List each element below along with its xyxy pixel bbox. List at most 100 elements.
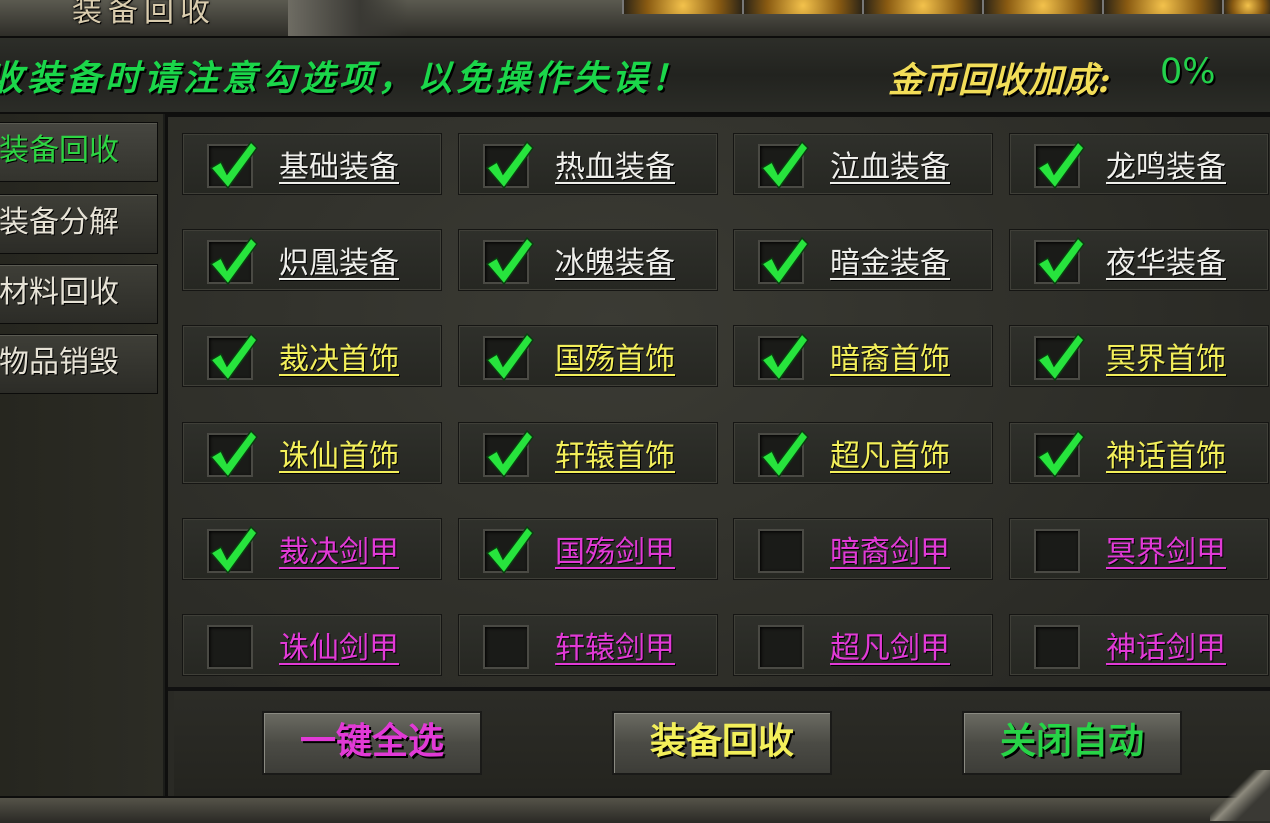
- option-checkbox[interactable]: [758, 236, 809, 286]
- checkmark-icon: [1036, 429, 1085, 479]
- option-checkbox[interactable]: [483, 140, 534, 190]
- option-label[interactable]: 神话首饰: [1106, 431, 1226, 475]
- recycle-option[interactable]: 裁决首饰: [182, 325, 442, 387]
- recycle-option[interactable]: 轩辕首饰: [458, 422, 718, 484]
- option-checkbox[interactable]: [1034, 429, 1085, 479]
- checkmark-icon: [209, 140, 258, 190]
- option-label[interactable]: 神话剑甲: [1106, 623, 1226, 667]
- window-title: 装备回收: [72, 0, 216, 29]
- recycle-button[interactable]: 装备回收: [612, 711, 832, 775]
- option-checkbox[interactable]: [1034, 332, 1085, 382]
- option-checkbox[interactable]: [207, 140, 258, 190]
- equipment-slot[interactable]: [862, 0, 982, 14]
- option-label[interactable]: 裁决首饰: [279, 334, 399, 378]
- option-label[interactable]: 炽凰装备: [279, 238, 399, 282]
- close-auto-button[interactable]: 关闭自动: [962, 711, 1182, 775]
- recycle-option[interactable]: 冥界剑甲: [1009, 518, 1269, 580]
- option-checkbox[interactable]: [758, 625, 804, 669]
- option-checkbox[interactable]: [758, 529, 804, 573]
- option-checkbox[interactable]: [1034, 529, 1080, 573]
- recycle-option[interactable]: 暗裔剑甲: [733, 518, 993, 580]
- sidebar-tab-item-destroy[interactable]: 物品销毁: [0, 334, 158, 394]
- option-label[interactable]: 超凡首饰: [830, 431, 950, 475]
- recycle-option[interactable]: 裁决剑甲: [182, 518, 442, 580]
- option-label[interactable]: 轩辕剑甲: [555, 623, 675, 667]
- recycle-option[interactable]: 夜华装备: [1009, 229, 1269, 291]
- option-label[interactable]: 龙鸣装备: [1106, 142, 1226, 186]
- recycle-option[interactable]: 炽凰装备: [182, 229, 442, 291]
- recycle-option[interactable]: 神话剑甲: [1009, 614, 1269, 676]
- checkmark-icon: [485, 140, 534, 190]
- recycle-option[interactable]: 超凡首饰: [733, 422, 993, 484]
- recycle-option[interactable]: 国殇剑甲: [458, 518, 718, 580]
- recycle-option[interactable]: 诛仙剑甲: [182, 614, 442, 676]
- option-label[interactable]: 诛仙剑甲: [279, 623, 399, 667]
- checkmark-icon: [760, 236, 809, 286]
- option-label[interactable]: 冥界首饰: [1106, 334, 1226, 378]
- bottom-frame: [0, 796, 1270, 823]
- recycle-option[interactable]: 神话首饰: [1009, 422, 1269, 484]
- option-label[interactable]: 热血装备: [555, 142, 675, 186]
- sidebar-tab-equipment-dismantle[interactable]: 装备分解: [0, 194, 158, 254]
- option-label[interactable]: 国殇首饰: [555, 334, 675, 378]
- option-label[interactable]: 暗裔首饰: [830, 334, 950, 378]
- sidebar-tab-equipment-recycle[interactable]: 装备回收: [0, 122, 158, 182]
- corner-ornament: [1210, 770, 1270, 821]
- option-checkbox[interactable]: [758, 429, 809, 479]
- button-bar: 一键全选 装备回收 关闭自动: [174, 691, 1270, 797]
- option-label[interactable]: 暗金装备: [830, 238, 950, 282]
- notice-text: 收装备时请注意勾选项，以免操作失误！: [0, 58, 691, 99]
- recycle-option[interactable]: 轩辕剑甲: [458, 614, 718, 676]
- recycle-option[interactable]: 龙鸣装备: [1009, 133, 1269, 195]
- checkmark-icon: [760, 332, 809, 382]
- option-label[interactable]: 裁决剑甲: [279, 527, 399, 571]
- option-checkbox[interactable]: [758, 140, 809, 190]
- sidebar-tab-material-recycle[interactable]: 材料回收: [0, 264, 158, 324]
- option-label[interactable]: 国殇剑甲: [555, 527, 675, 571]
- select-all-button[interactable]: 一键全选: [262, 711, 482, 775]
- option-label[interactable]: 泣血装备: [830, 142, 950, 186]
- option-checkbox[interactable]: [483, 429, 534, 479]
- option-label[interactable]: 夜华装备: [1106, 238, 1226, 282]
- option-checkbox[interactable]: [207, 332, 258, 382]
- option-checkbox[interactable]: [207, 429, 258, 479]
- option-label[interactable]: 轩辕首饰: [555, 431, 675, 475]
- checkmark-icon: [485, 236, 534, 286]
- recycle-option[interactable]: 冰魄装备: [458, 229, 718, 291]
- option-label[interactable]: 冥界剑甲: [1106, 527, 1226, 571]
- checkmark-icon: [1036, 236, 1085, 286]
- option-checkbox[interactable]: [207, 625, 253, 669]
- recycle-option[interactable]: 超凡剑甲: [733, 614, 993, 676]
- recycle-option[interactable]: 暗金装备: [733, 229, 993, 291]
- option-checkbox[interactable]: [483, 236, 534, 286]
- checkmark-icon: [209, 236, 258, 286]
- option-label[interactable]: 基础装备: [279, 142, 399, 186]
- option-label[interactable]: 超凡剑甲: [830, 623, 950, 667]
- equipment-slot[interactable]: [742, 0, 862, 14]
- option-checkbox[interactable]: [1034, 140, 1085, 190]
- option-checkbox[interactable]: [758, 332, 809, 382]
- equipment-slot[interactable]: [982, 0, 1102, 14]
- option-checkbox[interactable]: [483, 625, 529, 669]
- option-label[interactable]: 冰魄装备: [555, 238, 675, 282]
- recycle-option[interactable]: 国殇首饰: [458, 325, 718, 387]
- equipment-slot[interactable]: [1222, 0, 1270, 14]
- option-checkbox[interactable]: [483, 332, 534, 382]
- option-checkbox[interactable]: [207, 236, 258, 286]
- option-label[interactable]: 诛仙首饰: [279, 431, 399, 475]
- option-checkbox[interactable]: [207, 525, 258, 575]
- recycle-option[interactable]: 泣血装备: [733, 133, 993, 195]
- gold-bonus-value: 0%: [1160, 52, 1216, 92]
- recycle-option[interactable]: 冥界首饰: [1009, 325, 1269, 387]
- recycle-option[interactable]: 热血装备: [458, 133, 718, 195]
- option-checkbox[interactable]: [1034, 236, 1085, 286]
- option-checkbox[interactable]: [1034, 625, 1080, 669]
- recycle-option[interactable]: 基础装备: [182, 133, 442, 195]
- recycle-option[interactable]: 诛仙首饰: [182, 422, 442, 484]
- recycle-option[interactable]: 暗裔首饰: [733, 325, 993, 387]
- checkmark-icon: [209, 332, 258, 382]
- option-label[interactable]: 暗裔剑甲: [830, 527, 950, 571]
- equipment-slot[interactable]: [622, 0, 742, 14]
- equipment-slot[interactable]: [1102, 0, 1222, 14]
- option-checkbox[interactable]: [483, 525, 534, 575]
